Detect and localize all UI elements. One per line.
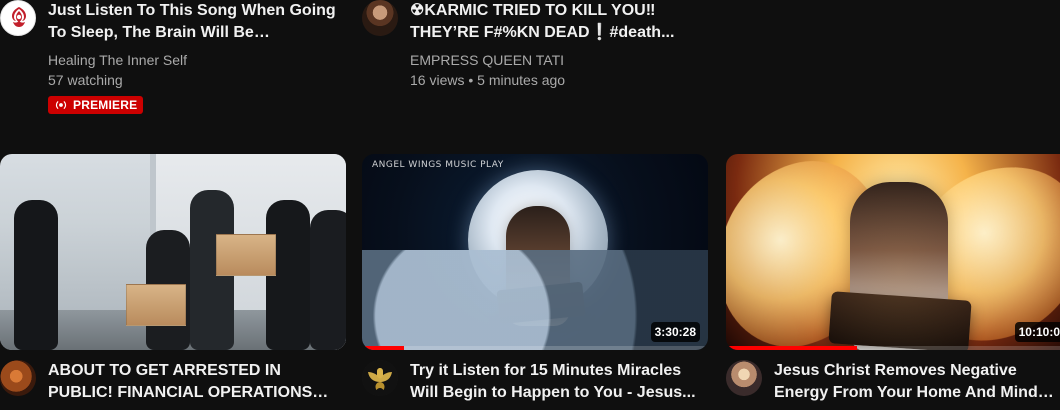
duration-badge: 10:10:0	[1014, 322, 1060, 342]
video-card[interactable]: 10:10:0 Jesus Christ Removes Negative En…	[726, 154, 1060, 404]
thumbnail-box	[126, 284, 186, 326]
video-card[interactable]: ☢KARMIC TRIED TO KILL YOU‼ THEY’RE F#%KN…	[362, 0, 702, 90]
video-title[interactable]: ABOUT TO GET ARRESTED IN PUBLIC! FINANCI…	[48, 360, 346, 404]
video-stats: 57 watching	[48, 72, 123, 88]
video-stats: 16 views • 5 minutes ago	[410, 72, 566, 88]
video-card[interactable]: ABOUT TO GET ARRESTED IN PUBLIC! FINANCI…	[0, 154, 346, 404]
channel-avatar[interactable]	[362, 360, 398, 396]
channel-avatar[interactable]	[362, 0, 398, 36]
thumbnail-person	[14, 200, 58, 350]
watch-progress	[726, 346, 1060, 350]
moth-icon	[362, 360, 398, 396]
watch-progress-fill	[726, 346, 858, 350]
video-thumbnail[interactable]	[0, 154, 346, 350]
thumbnail-overlay-text: ANGEL WINGS MUSIC PLAY	[372, 160, 504, 170]
video-meta: Jesus Christ Removes Negative Energy Fro…	[726, 360, 1060, 404]
youtube-feed: Just Listen To This Song When Going To S…	[0, 0, 1060, 410]
video-card[interactable]: Just Listen To This Song When Going To S…	[0, 0, 340, 117]
live-radio-icon	[55, 101, 67, 109]
thumbnail-person	[310, 210, 346, 350]
watch-progress	[362, 346, 708, 350]
channel-name[interactable]: EMPRESS QUEEN TATI	[410, 50, 702, 70]
premiere-badge: PREMIERE	[48, 96, 144, 114]
channel-avatar[interactable]	[0, 0, 36, 36]
video-thumbnail[interactable]: 10:10:0	[726, 154, 1060, 350]
video-title[interactable]: Jesus Christ Removes Negative Energy Fro…	[774, 360, 1060, 404]
video-meta: ABOUT TO GET ARRESTED IN PUBLIC! FINANCI…	[0, 360, 346, 404]
channel-avatar[interactable]	[0, 360, 36, 396]
video-thumbnail[interactable]: ANGEL WINGS MUSIC PLAY 3:30:28	[362, 154, 708, 350]
channel-name[interactable]: Healing The Inner Self	[48, 50, 340, 70]
premiere-label: PREMIERE	[73, 98, 138, 112]
healing-logo-icon	[3, 3, 35, 35]
video-card[interactable]: ANGEL WINGS MUSIC PLAY 3:30:28 Try it Li…	[362, 154, 708, 404]
video-title[interactable]: Try it Listen for 15 Minutes Miracles Wi…	[410, 360, 708, 404]
video-title[interactable]: ☢KARMIC TRIED TO KILL YOU‼ THEY’RE F#%KN…	[410, 0, 702, 44]
duration-badge: 3:30:28	[650, 322, 700, 342]
thumbnail-glow	[726, 154, 1060, 350]
watch-progress-fill	[362, 346, 404, 350]
video-meta: Try it Listen for 15 Minutes Miracles Wi…	[362, 360, 708, 404]
channel-avatar[interactable]	[726, 360, 762, 396]
video-title[interactable]: Just Listen To This Song When Going To S…	[48, 0, 340, 44]
thumbnail-box	[216, 234, 276, 276]
